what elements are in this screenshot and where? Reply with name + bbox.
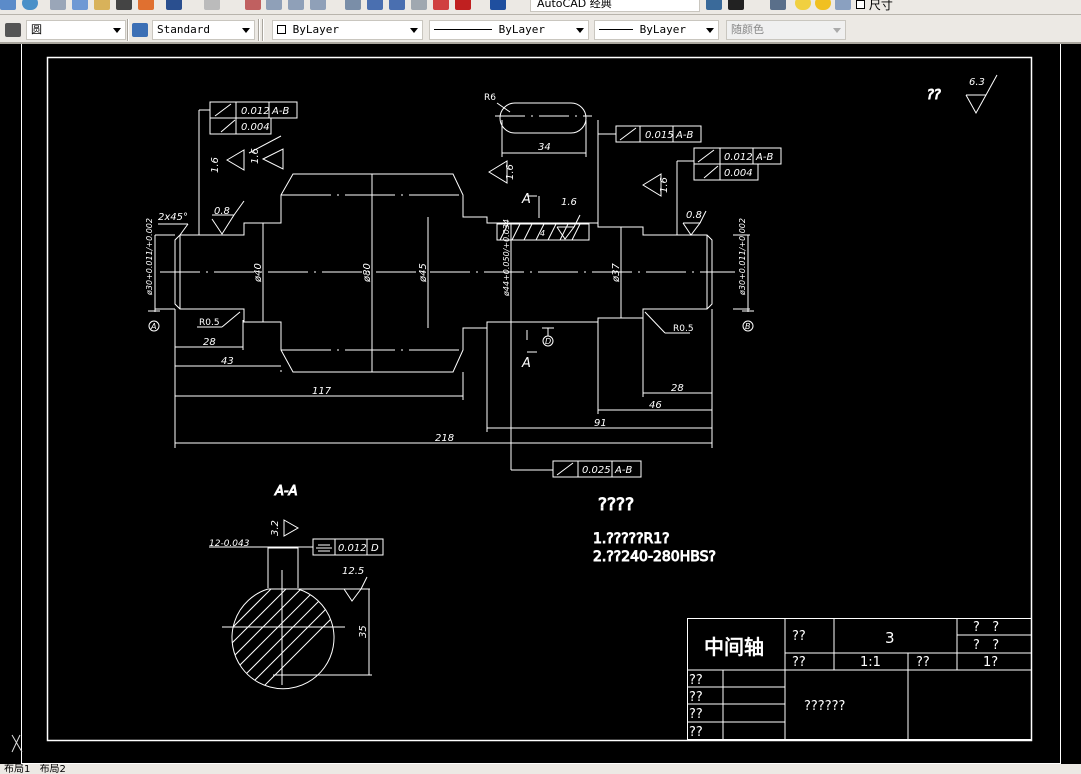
ucs-icon <box>11 734 23 753</box>
tb-row-label: ?? <box>689 690 703 705</box>
length-dim: 34 <box>538 142 551 153</box>
roughness-value: 3.2 <box>270 520 281 536</box>
dia-dim: ø44+0.050/+0.034 <box>502 219 511 297</box>
depth-dim: 35 <box>358 625 369 638</box>
dia-dim: ø37 <box>611 263 622 283</box>
note-line: 2.??240-280HBS? <box>593 549 716 565</box>
tb-cell: ? ? <box>973 638 999 653</box>
tol-value: 0.015 <box>645 130 674 141</box>
tol-value: 0.012 <box>338 543 367 554</box>
tb-quantity: 3 <box>885 629 895 647</box>
datum-label: B <box>745 322 751 331</box>
tb-cell: ?? <box>916 655 930 670</box>
dia-dim: ø45 <box>418 263 429 283</box>
tb-row-label: ?? <box>689 707 703 722</box>
dia-dim: ø30+0.011/+0.002 <box>145 218 154 296</box>
section-mark: A <box>521 192 531 207</box>
tab-layout2[interactable]: 布局2 <box>40 764 66 774</box>
roughness-value: 0.8 <box>214 206 230 217</box>
section-title: A-A <box>274 484 297 499</box>
tol-value: 0.004 <box>241 122 270 133</box>
tb-sheet: 1? <box>983 655 998 670</box>
datum-label: D <box>545 337 551 346</box>
tol-value: 0.004 <box>724 168 753 179</box>
tb-row-label: ?? <box>689 725 703 740</box>
roughness-value: 0.8 <box>686 210 702 221</box>
tb-cell: ?? <box>792 629 806 644</box>
length-dim: 218 <box>435 433 454 444</box>
radius-dim: R0.5 <box>199 318 220 328</box>
roughness-value: 1.6 <box>659 177 670 193</box>
drawing-canvas[interactable]: 0.012 A-B 0.004 0.015 A-B 0.012 A-B 0.00… <box>0 0 1081 774</box>
radius-dim: R0.5 <box>673 324 694 334</box>
roughness-value: 1.6 <box>561 197 577 208</box>
datum-label: A <box>150 322 156 331</box>
length-dim: 28 <box>203 337 216 348</box>
dia-dim: ø80 <box>362 263 373 283</box>
section-mark: A <box>521 356 531 371</box>
tol-value: 0.012 <box>724 152 753 163</box>
chamfer-dim: 2x45° <box>158 212 188 223</box>
tol-datum: A-B <box>614 465 632 476</box>
length-dim: 117 <box>312 386 332 397</box>
length-dim: 43 <box>221 356 234 367</box>
length-dim: 28 <box>671 383 684 394</box>
dia-dim: ø30+0.011/+0.002 <box>738 218 747 296</box>
tol-datum: D <box>371 543 379 554</box>
tb-row-label: ?? <box>689 673 703 688</box>
tol-datum: A-B <box>755 152 773 163</box>
tb-scale: 1:1 <box>860 655 881 670</box>
technical-notes: ???? 1.?????R1? 2.??240-280HBS? <box>593 495 717 566</box>
roughness-value: 12.5 <box>342 566 364 577</box>
tol-datum: A-B <box>271 106 289 117</box>
length-dim: 46 <box>649 400 662 411</box>
depth-dim: 4 <box>540 229 545 238</box>
radius-dim: R6 <box>484 93 496 103</box>
layout-tabs: 布局1 布局2 <box>0 764 1081 774</box>
notes-title: ???? <box>598 495 634 515</box>
tol-datum: A-B <box>675 130 693 141</box>
note-line: 1.?????R1? <box>593 531 670 547</box>
tb-cell: ?? <box>792 655 806 670</box>
tb-material: ?????? <box>804 699 845 714</box>
datum-markers <box>148 310 754 347</box>
tol-value: 0.012 <box>241 106 270 117</box>
tol-value: 0.025 <box>582 465 611 476</box>
part-name: 中间轴 <box>704 635 764 659</box>
roughness-value: 1.6 <box>250 148 261 164</box>
length-dim: 91 <box>594 418 607 429</box>
roughness-value: 1.6 <box>210 157 221 173</box>
roughness-symbols <box>211 74 998 602</box>
roughness-value: 6.3 <box>969 77 985 88</box>
tab-layout1[interactable]: 布局1 <box>4 764 30 774</box>
dia-dim: ø40 <box>253 263 264 283</box>
roughness-value: 1.6 <box>505 164 516 180</box>
tb-cell: ? ? <box>973 620 999 635</box>
roughness-general-label: ?? <box>927 88 941 103</box>
